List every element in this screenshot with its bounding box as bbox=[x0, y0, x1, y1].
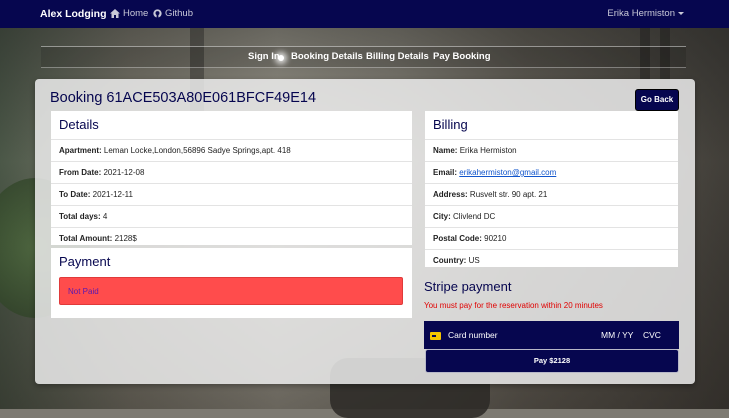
booking-card: Booking 61ACE503A80E061BFCF49E14 Go Back… bbox=[35, 79, 695, 384]
step-billing-details[interactable]: Billing Details bbox=[366, 51, 429, 62]
payment-deadline-warning: You must pay for the reservation within … bbox=[424, 301, 603, 310]
booking-title: Booking 61ACE503A80E061BFCF49E14 bbox=[50, 90, 317, 106]
pay-button[interactable]: Pay $2128 bbox=[425, 349, 679, 373]
card-cvc-field[interactable]: CVC bbox=[643, 330, 661, 340]
stripe-heading: Stripe payment bbox=[424, 279, 512, 294]
billing-address-row: Address: Rusvelt str. 90 apt. 21 bbox=[425, 183, 678, 205]
step-pay-booking[interactable]: Pay Booking bbox=[433, 51, 491, 62]
billing-postal-row: Postal Code: 90210 bbox=[425, 227, 678, 249]
to-date-row: To Date: 2021-12-11 bbox=[51, 183, 412, 205]
step-booking-details[interactable]: Booking Details bbox=[291, 51, 363, 62]
step-sign-in[interactable]: Sign In bbox=[248, 51, 280, 62]
total-days-row: Total days: 4 bbox=[51, 205, 412, 227]
card-expiry-field[interactable]: MM / YY bbox=[601, 330, 633, 340]
billing-panel: Billing Name: Erika Hermiston Email: eri… bbox=[425, 111, 678, 267]
nav-home-link[interactable]: Home bbox=[110, 8, 148, 19]
total-amount-row: Total Amount: 2128$ bbox=[51, 227, 412, 249]
stripe-payment-section: Stripe payment You must pay for the rese… bbox=[424, 279, 679, 374]
home-icon bbox=[110, 9, 120, 18]
from-date-row: From Date: 2021-12-08 bbox=[51, 161, 412, 183]
nav-github-label: Github bbox=[165, 8, 193, 19]
details-heading: Details bbox=[59, 117, 99, 132]
payment-panel: Payment Not Paid bbox=[51, 248, 412, 318]
github-icon bbox=[153, 9, 162, 18]
card-input[interactable]: Card number MM / YY CVC bbox=[424, 321, 679, 349]
caret-down-icon bbox=[678, 11, 684, 15]
payment-heading: Payment bbox=[59, 254, 111, 269]
checkout-steps: Sign In Booking Details Billing Details … bbox=[41, 46, 686, 68]
billing-email-row: Email: erikahermiston@gmail.com bbox=[425, 161, 678, 183]
billing-country-row: Country: US bbox=[425, 249, 678, 271]
top-navbar: Alex Lodging Home Github Erika Hermiston bbox=[0, 0, 729, 28]
email-link[interactable]: erikahermiston@gmail.com bbox=[459, 168, 556, 177]
brand-link[interactable]: Alex Lodging bbox=[40, 8, 107, 20]
user-dropdown[interactable]: Erika Hermiston bbox=[607, 8, 684, 19]
card-number-field[interactable]: Card number bbox=[448, 330, 498, 340]
details-panel: Details Apartment: Leman Locke,London,56… bbox=[51, 111, 412, 245]
billing-city-row: City: Clivlend DC bbox=[425, 205, 678, 227]
nav-github-link[interactable]: Github bbox=[153, 8, 193, 19]
apartment-row: Apartment: Leman Locke,London,56896 Sady… bbox=[51, 139, 412, 161]
nav-home-label: Home bbox=[123, 8, 149, 19]
credit-card-icon bbox=[430, 332, 441, 340]
user-name: Erika Hermiston bbox=[607, 8, 675, 19]
go-back-button[interactable]: Go Back bbox=[635, 89, 679, 111]
billing-heading: Billing bbox=[433, 117, 468, 132]
payment-status-alert: Not Paid bbox=[59, 277, 403, 305]
billing-name-row: Name: Erika Hermiston bbox=[425, 139, 678, 161]
